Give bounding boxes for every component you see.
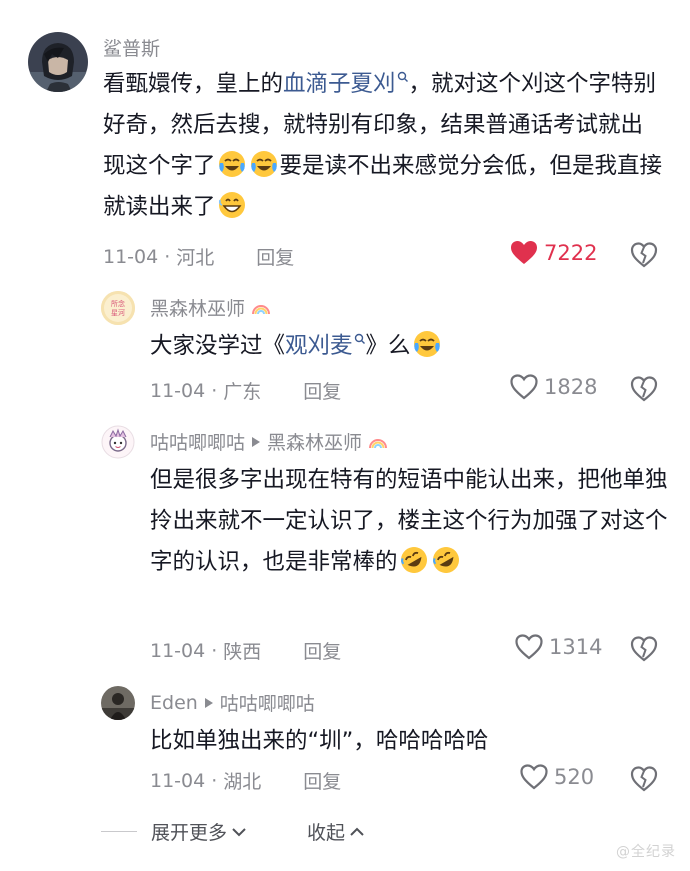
like-count: 1314 (549, 635, 603, 659)
like-button[interactable]: 1828 (510, 374, 597, 400)
comment-username: 黑森林巫师 (150, 294, 271, 321)
rainbow-badge-icon (369, 438, 388, 448)
chevron-up-icon (350, 827, 364, 836)
comment-text: 大家没学过《观刈麦 》么 (150, 326, 650, 367)
search-icon (354, 333, 365, 344)
crying-laughing-emoji-icon (412, 329, 442, 359)
expand-more-button[interactable]: 展开更多 (151, 818, 247, 845)
avatar-image (101, 425, 135, 459)
broken-heart-icon[interactable] (630, 635, 658, 663)
comment-text: 看甄嬛传，皇上的血滴子夏刈 ，就对这个刈这个字特别好奇，然后去搜，就特别有印象，结… (103, 64, 663, 228)
reply-button[interactable]: 回复 (303, 767, 341, 794)
comment-text: 比如单独出来的“圳”，哈哈哈哈哈 (150, 721, 670, 762)
comment-date: 11-04 (150, 379, 206, 402)
separator: · (164, 245, 171, 268)
watermark: @全纪录 (616, 844, 676, 860)
chevron-down-icon (232, 827, 246, 836)
rainbow-badge-icon (252, 304, 271, 314)
reply-to-username[interactable]: 咕咕唧唧咕 (220, 689, 315, 716)
avatar[interactable] (101, 686, 135, 720)
svg-text:所念: 所念 (111, 299, 125, 308)
reply-to-username[interactable]: 黑森林巫师 (267, 428, 362, 455)
username-label[interactable]: Eden (150, 692, 198, 714)
rofl-emoji-icon (399, 545, 429, 575)
crying-laughing-emoji-icon (217, 149, 247, 179)
separator: · (211, 379, 218, 402)
comment-username[interactable]: 鲨普斯 (103, 34, 160, 61)
comment-date: 11-04 (150, 639, 206, 662)
search-link-label: 血滴子夏刈 (283, 71, 396, 97)
avatar[interactable] (28, 32, 88, 92)
comment-username: Eden 咕咕唧唧咕 (150, 689, 315, 716)
comment-text-part: 大家没学过《 (150, 333, 286, 359)
comment-text-part: 》么 (365, 333, 411, 359)
avatar-image (101, 686, 135, 720)
like-button[interactable]: 1314 (515, 634, 602, 660)
avatar[interactable] (101, 425, 135, 459)
comment-location: 河北 (176, 247, 215, 269)
avatar-image: 所念 星河 (101, 291, 135, 325)
replies-footer: 展开更多 收起 (101, 818, 365, 845)
svg-text:星河: 星河 (111, 309, 125, 317)
like-button[interactable]: 7222 (510, 240, 597, 266)
reply-button[interactable]: 回复 (303, 377, 341, 404)
collapse-label: 收起 (307, 822, 346, 844)
comment-meta: 11-04 · 河北 回复 (103, 243, 294, 270)
search-link-label: 观刈麦 (285, 333, 353, 359)
broken-heart-icon[interactable] (630, 375, 658, 403)
username-label[interactable]: 黑森林巫师 (150, 294, 245, 321)
avatar[interactable]: 所念 星河 (101, 291, 135, 325)
comment-meta: 11-04 · 陕西 回复 (150, 637, 341, 664)
username-label[interactable]: 咕咕唧唧咕 (150, 428, 245, 455)
reply-button[interactable]: 回复 (256, 243, 294, 270)
comment-date: 11-04 (103, 245, 159, 268)
reply-button[interactable]: 回复 (303, 637, 341, 664)
comment-location: 广东 (223, 381, 262, 403)
search-link[interactable]: 血滴子夏刈 (283, 71, 409, 97)
rofl-emoji-icon (431, 545, 461, 575)
like-count: 1828 (544, 375, 598, 399)
broken-heart-icon[interactable] (630, 241, 658, 269)
search-icon (397, 71, 408, 82)
expand-more-label: 展开更多 (151, 822, 228, 844)
reply-arrow-icon (252, 436, 261, 447)
heart-outline-icon (515, 634, 543, 660)
collapse-button[interactable]: 收起 (307, 818, 365, 845)
heart-outline-icon (510, 374, 538, 400)
search-link[interactable]: 观刈麦 (285, 333, 366, 359)
separator: · (211, 769, 218, 792)
like-count: 520 (554, 765, 595, 789)
comment-text-part: 看甄嬛传，皇上的 (103, 71, 284, 97)
comment-text-part: 比如单独出来的“圳”，哈哈哈哈哈 (150, 728, 489, 754)
heart-outline-icon (520, 764, 548, 790)
separator: · (211, 639, 218, 662)
divider (101, 831, 137, 832)
like-count: 7222 (544, 241, 598, 265)
comment-meta: 11-04 · 广东 回复 (150, 377, 341, 404)
grinning-emoji-icon (217, 190, 247, 220)
comment-meta: 11-04 · 湖北 回复 (150, 767, 341, 794)
comment-text: 但是很多字出现在特有的短语中能认出来，把他单独拎出来就不一定认识了，楼主这个行为… (150, 460, 670, 583)
crying-laughing-emoji-icon (249, 149, 279, 179)
reply-arrow-icon (204, 697, 213, 708)
broken-heart-icon[interactable] (630, 765, 658, 793)
avatar-image (28, 32, 88, 92)
comment-location: 陕西 (223, 641, 262, 663)
comment-username: 咕咕唧唧咕 黑森林巫师 (150, 428, 388, 455)
comment-date: 11-04 (150, 769, 206, 792)
like-button[interactable]: 520 (520, 764, 594, 790)
heart-filled-icon (511, 241, 537, 264)
comment-location: 湖北 (223, 771, 262, 793)
